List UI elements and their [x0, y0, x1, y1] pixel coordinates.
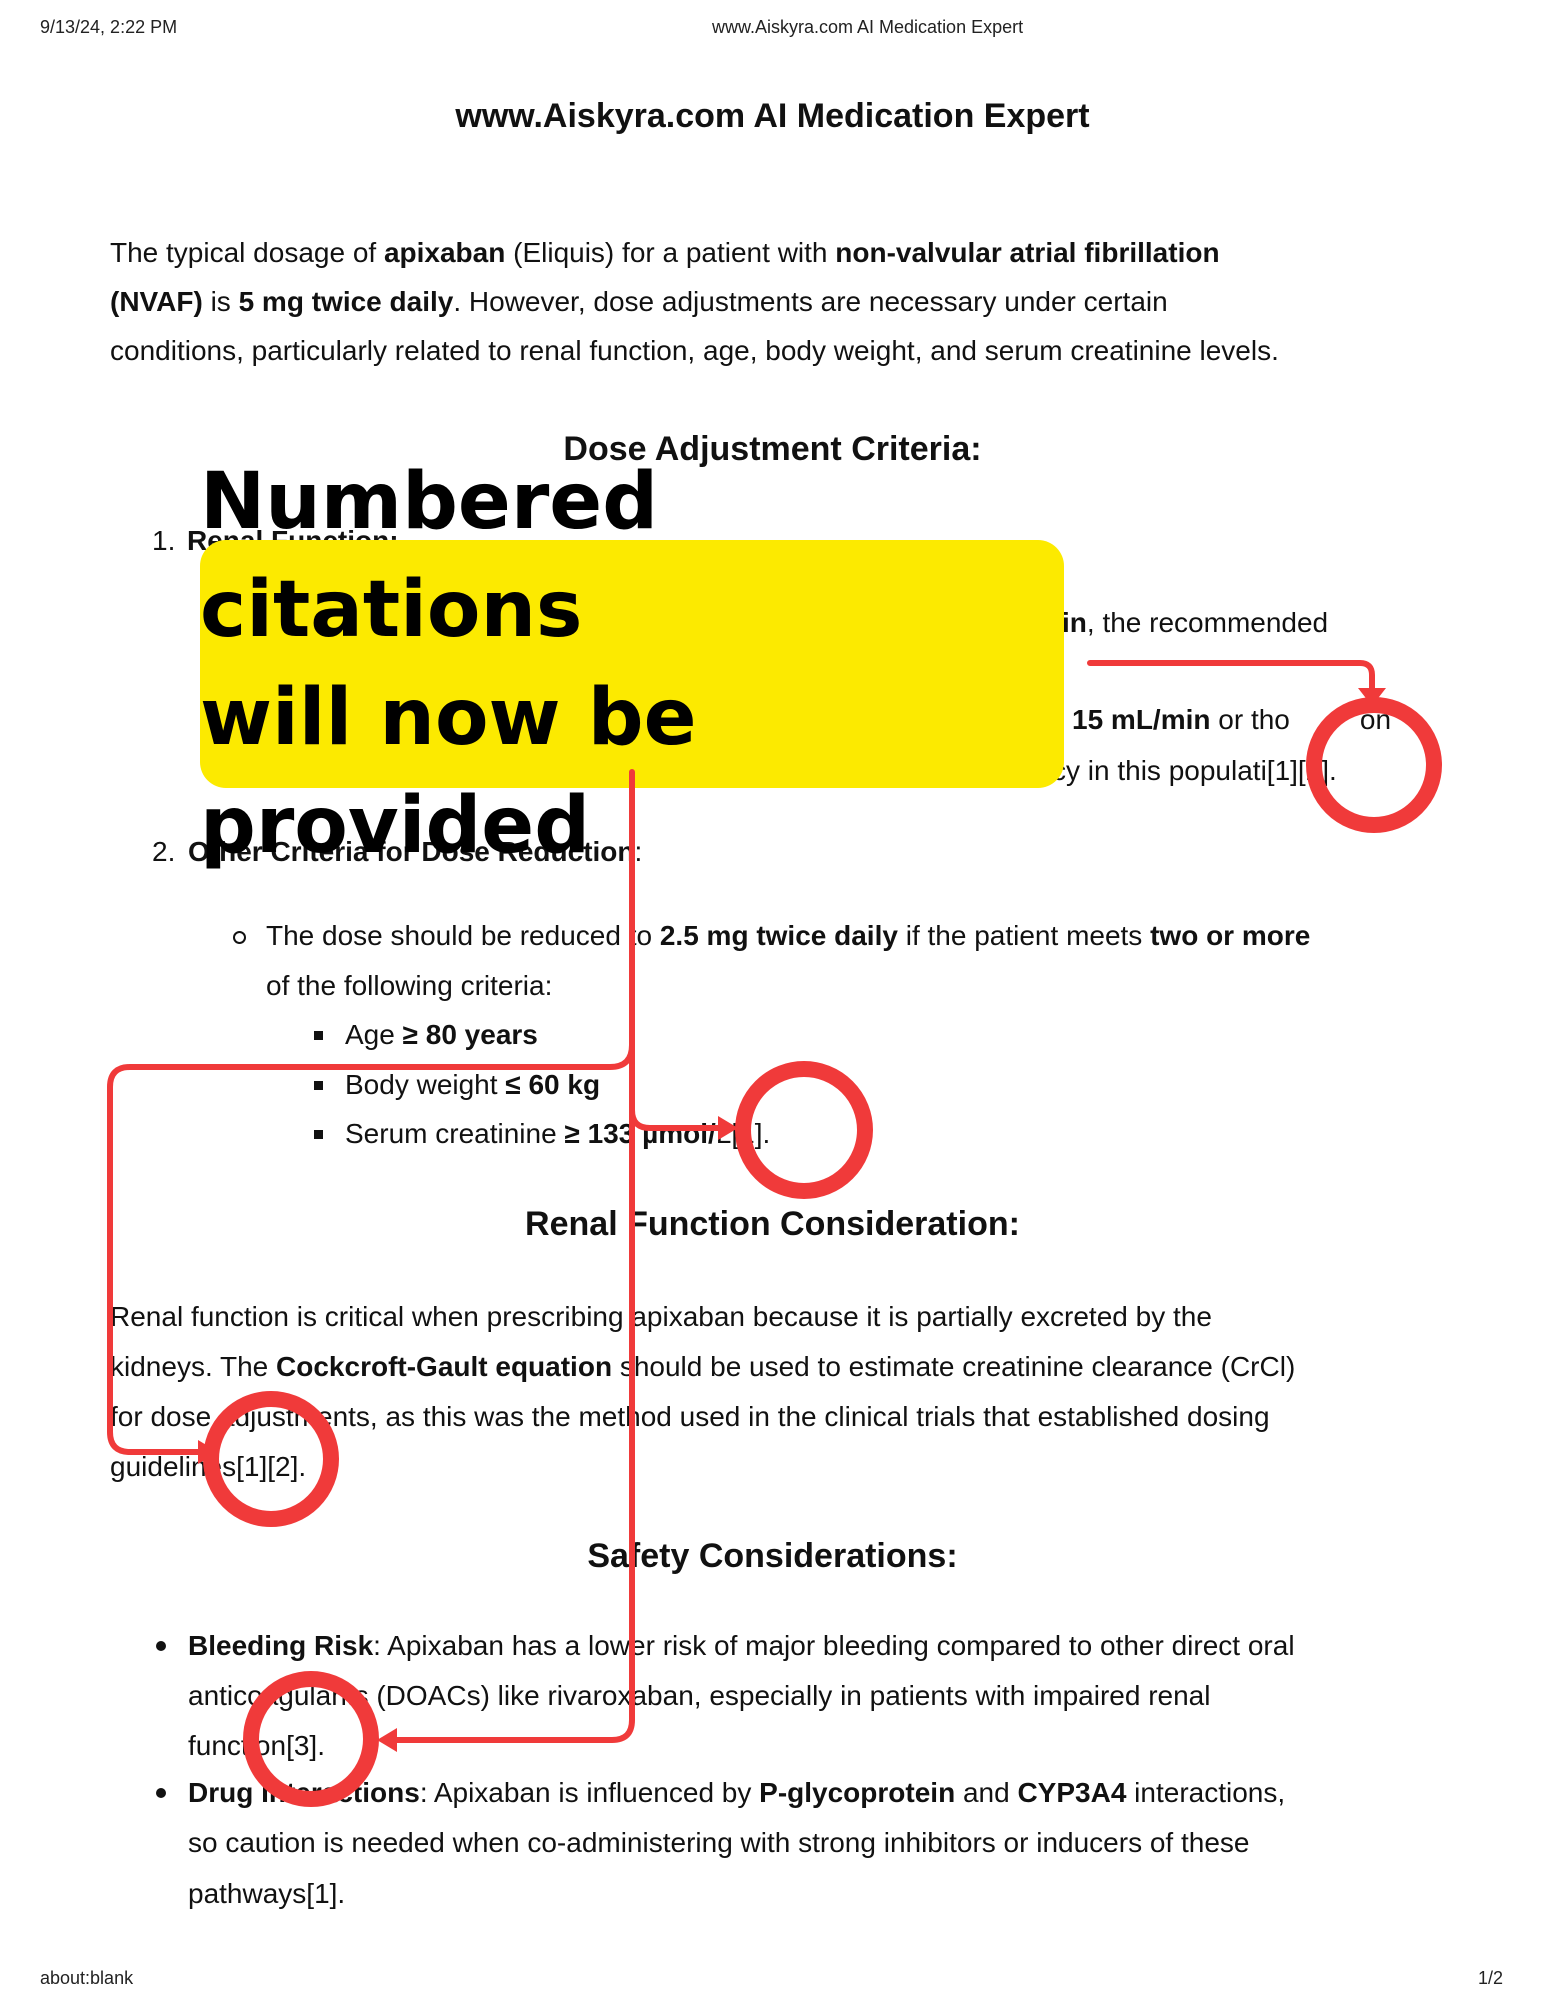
- citation-1[interactable]: L[1].: [716, 1118, 770, 1149]
- print-page-title: www.Aiskyra.com AI Medication Expert: [712, 17, 1024, 37]
- safety-bullet: [156, 1788, 166, 1798]
- intro-text: . However, dose adjustments are necessar…: [453, 286, 1168, 317]
- renal-line-3: for dose adjustments, as this was the me…: [110, 1399, 1270, 1435]
- equation-name: Cockcroft-Gault equation: [276, 1351, 613, 1382]
- citation-1-2[interactable]: [1][2].: [1267, 755, 1337, 786]
- criterion-label: Serum creatinine: [345, 1118, 565, 1149]
- item1-text: , the recommended: [1086, 607, 1329, 638]
- criterion-weight: Body weight ≤ 60 kg: [345, 1067, 600, 1103]
- safety-text: and: [955, 1777, 1018, 1808]
- enzyme-name: CYP3A4: [1017, 1777, 1127, 1808]
- item1-line-a: in, the recommended: [1062, 605, 1328, 641]
- transporter-name: P-glycoprotein: [759, 1777, 956, 1808]
- interactions-line-1: Drug Interactions: Apixaban is influence…: [188, 1775, 1285, 1811]
- arrowhead-citation-3: [377, 1728, 397, 1752]
- standard-dose: 5 mg twice daily: [238, 286, 454, 317]
- item2-text: The dose should be reduced to: [266, 920, 660, 951]
- intro-text: is: [202, 286, 239, 317]
- criterion-bullet: [314, 1081, 323, 1090]
- renal-line-2: kidneys. The Cockcroft-Gault equation sh…: [110, 1349, 1295, 1385]
- print-url: about:blank: [40, 1968, 134, 1988]
- intro-text: conditions, particularly related to rena…: [110, 335, 1279, 366]
- criterion-label: Age: [345, 1019, 403, 1050]
- item1-text-tail: on: [1359, 704, 1392, 735]
- safety-text: : Apixaban has a lower risk of major ble…: [373, 1630, 1295, 1661]
- item2-sub-line-1: The dose should be reduced to 2.5 mg twi…: [266, 918, 1310, 954]
- item2-text: of the following criteria:: [266, 970, 553, 1001]
- print-page-number: 1/2: [1478, 1968, 1504, 1988]
- item1-number: 1.: [152, 525, 176, 556]
- item2-number: 2.: [152, 836, 176, 867]
- item1-text: cy in this populati: [1052, 755, 1267, 786]
- bleeding-risk-label: Bleeding Risk: [188, 1630, 374, 1661]
- interactions-line-2: so caution is needed when co-administeri…: [188, 1825, 1249, 1861]
- citation-1-safety[interactable]: pathways[1].: [188, 1878, 345, 1909]
- item1-line-c: cy in this populati[1][2].: [1052, 753, 1337, 789]
- renal-line-4: guidelines[1][2].: [110, 1449, 306, 1485]
- callout-line-2: will now be provided: [200, 673, 697, 871]
- renal-text: kidneys. The: [110, 1351, 277, 1382]
- safety-text: : Apixaban is influenced by: [419, 1777, 760, 1808]
- criterion-creatinine: Serum creatinine ≥ 133 µmol/L[1].: [345, 1116, 770, 1152]
- item1-threshold: in: [1062, 607, 1087, 638]
- safety-text: interactions,: [1126, 1777, 1286, 1808]
- item2-text: if the patient meets: [897, 920, 1151, 951]
- reduced-dose: 2.5 mg twice daily: [659, 920, 898, 951]
- document-title: www.Aiskyra.com AI Medication Expert: [455, 97, 1090, 135]
- criterion-bullet: [314, 1130, 323, 1139]
- renal-text: Renal function is critical when prescrib…: [110, 1301, 1212, 1332]
- citation-1-2-renal[interactable]: guidelines[1][2].: [110, 1451, 306, 1482]
- criterion-bullet: [314, 1031, 323, 1040]
- callout-line-1: Numbered citations: [200, 457, 659, 655]
- criteria-count: two or more: [1150, 920, 1311, 951]
- citation-3[interactable]: function[3].: [188, 1730, 325, 1761]
- bleeding-line-2: anticoagulants (DOACs) like rivaroxaban,…: [188, 1678, 1210, 1714]
- criterion-value: ≤ 60 kg: [505, 1069, 601, 1100]
- condition-name: non-valvular atrial fibrillation: [835, 237, 1220, 268]
- bleeding-line-3: function[3].: [188, 1728, 325, 1764]
- criterion-label: Body weight: [345, 1069, 506, 1100]
- intro-text: The typical dosage of: [110, 237, 384, 268]
- item1-crcl-value: 15 mL/min: [1072, 704, 1211, 735]
- item2-sub-line-2: of the following criteria:: [266, 968, 552, 1004]
- criterion-value: ≥ 80 years: [402, 1019, 538, 1050]
- interactions-line-3: pathways[1].: [188, 1876, 345, 1912]
- intro-line-1: The typical dosage of apixaban (Eliquis)…: [110, 235, 1460, 271]
- safety-bullet: [156, 1641, 166, 1651]
- arrow-to-citation-1-2: [1087, 660, 1375, 693]
- print-datetime: 9/13/24, 2:22 PM: [40, 17, 178, 37]
- safety-text: so caution is needed when co-administeri…: [188, 1827, 1250, 1858]
- sub-bullet-circle: [233, 931, 246, 944]
- safety-text: anticoagulants (DOACs) like rivaroxaban,…: [188, 1680, 1211, 1711]
- renal-heading: Renal Function Consideration:: [525, 1205, 1020, 1243]
- intro-paragraph: The typical dosage of apixaban (Eliquis)…: [110, 235, 1460, 369]
- bleeding-line-1: Bleeding Risk: Apixaban has a lower risk…: [188, 1628, 1295, 1664]
- drug-interactions-label: Drug Interactions: [188, 1777, 420, 1808]
- condition-abbrev: (NVAF): [110, 286, 203, 317]
- renal-text: should be used to estimate creatinine cl…: [612, 1351, 1296, 1382]
- intro-line-3: conditions, particularly related to rena…: [110, 333, 1460, 369]
- item1-line-b: 15 mL/min or tho on: [1072, 702, 1391, 738]
- intro-line-2: (NVAF) is 5 mg twice daily. However, dos…: [110, 284, 1460, 320]
- drug-name: apixaban: [383, 237, 506, 268]
- safety-heading: Safety Considerations:: [587, 1537, 958, 1575]
- renal-text: for dose adjustments, as this was the me…: [110, 1401, 1270, 1432]
- item1-text: or tho: [1210, 704, 1290, 735]
- intro-text: (Eliquis) for a patient with: [505, 237, 836, 268]
- criterion-age: Age ≥ 80 years: [345, 1017, 538, 1053]
- criterion-value: ≥ 133 µmol/: [564, 1118, 716, 1149]
- citation-callout: Numbered citations will now be provided: [200, 457, 1064, 871]
- renal-line-1: Renal function is critical when prescrib…: [110, 1299, 1212, 1335]
